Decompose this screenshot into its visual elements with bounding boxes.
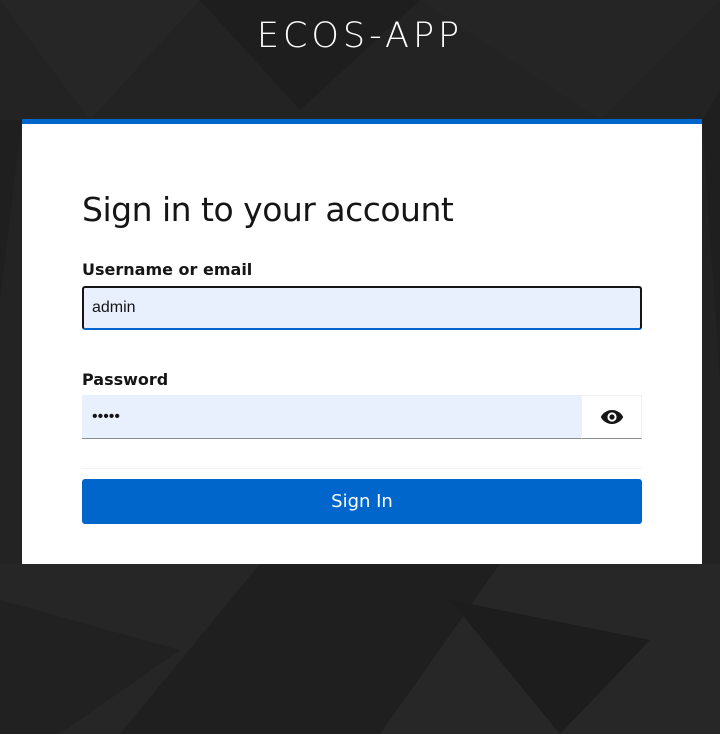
page-title: Sign in to your account xyxy=(82,190,454,229)
form-divider xyxy=(82,468,642,469)
app-title: ECOS-APP xyxy=(256,16,464,56)
password-field[interactable] xyxy=(82,395,581,439)
password-group xyxy=(82,395,642,439)
sign-in-button[interactable]: Sign In xyxy=(82,479,642,524)
username-label: Username or email xyxy=(82,260,253,279)
login-card: Sign in to your account Username or emai… xyxy=(22,119,702,564)
password-label: Password xyxy=(82,370,169,389)
username-field[interactable] xyxy=(82,286,642,330)
eye-icon xyxy=(600,410,623,424)
show-password-button[interactable] xyxy=(581,395,642,439)
